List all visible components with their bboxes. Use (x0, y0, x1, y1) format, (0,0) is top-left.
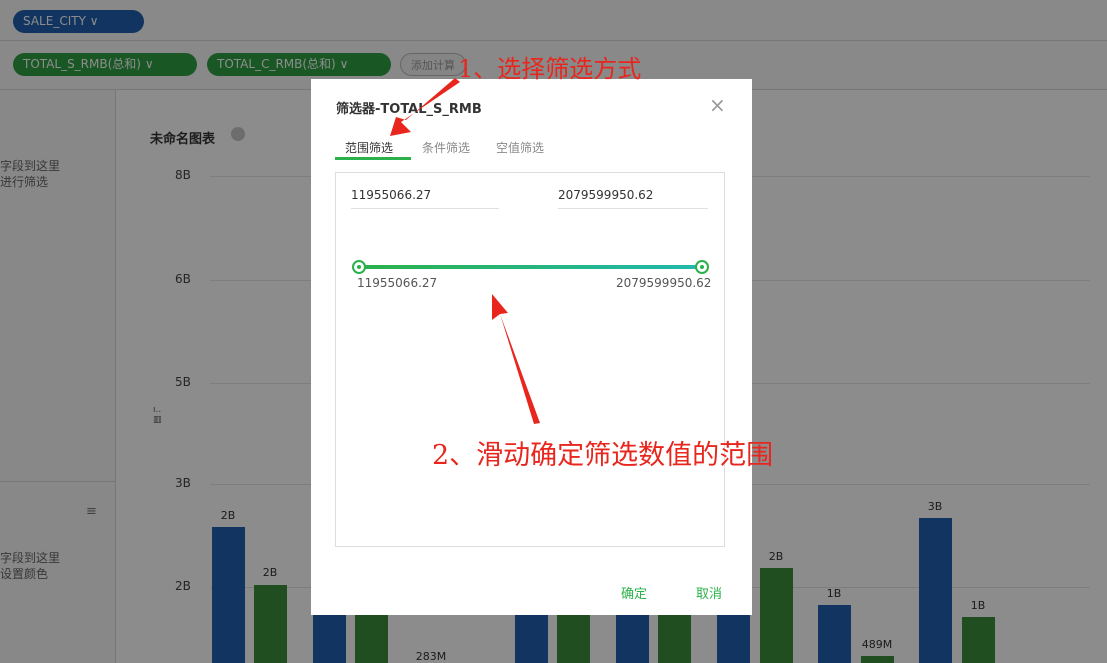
annotation-arrows (390, 78, 540, 424)
arrow-step1 (390, 78, 460, 136)
arrow-step2 (492, 294, 540, 424)
